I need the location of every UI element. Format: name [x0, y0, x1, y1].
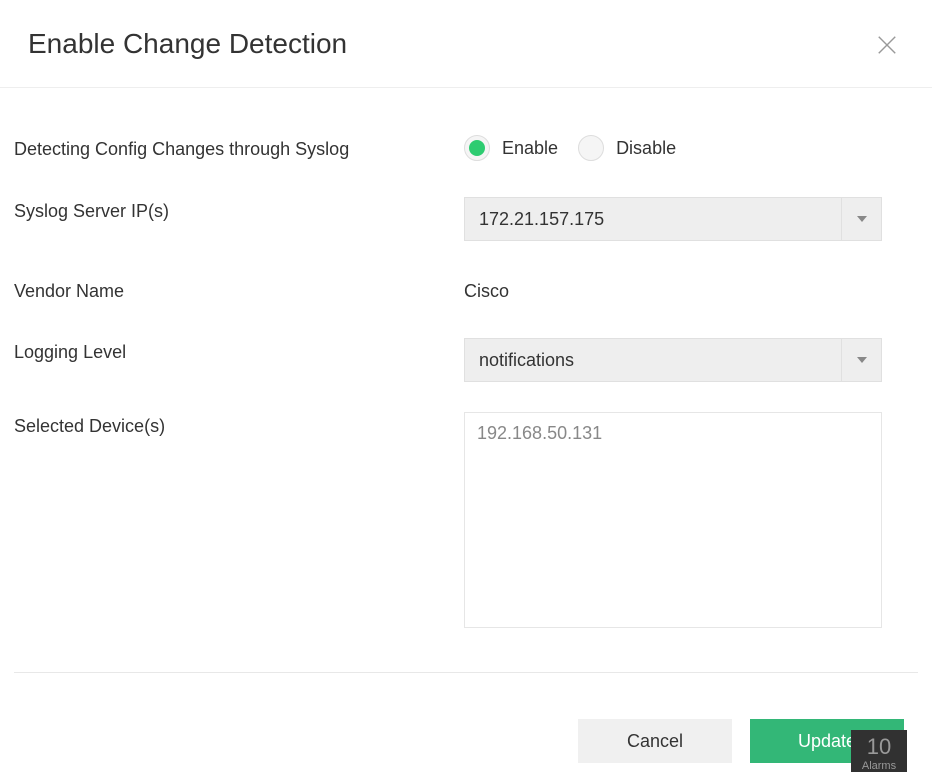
header-divider: [0, 87, 932, 88]
radio-enable-label: Enable: [502, 138, 558, 159]
alarms-label: Alarms: [862, 760, 896, 772]
logging-level-label: Logging Level: [14, 338, 464, 363]
list-item: 192.168.50.131: [477, 423, 869, 444]
vendor-name-value: Cisco: [464, 277, 882, 302]
detect-radio-group: Enable Disable: [464, 135, 882, 161]
alarms-widget[interactable]: 10 Alarms: [851, 730, 907, 772]
cancel-button[interactable]: Cancel: [578, 719, 732, 763]
selected-devices-label: Selected Device(s): [14, 412, 464, 437]
dialog-title: Enable Change Detection: [28, 28, 347, 60]
dialog-scroll-area[interactable]: Detecting Config Changes through Syslog …: [0, 105, 932, 772]
logging-level-value: notifications: [465, 350, 841, 371]
syslog-ip-label: Syslog Server IP(s): [14, 197, 464, 222]
close-button[interactable]: [870, 28, 904, 67]
radio-unselected-icon: [578, 135, 604, 161]
chevron-down-icon: [841, 198, 881, 240]
chevron-down-icon: [841, 339, 881, 381]
radio-selected-icon: [464, 135, 490, 161]
detect-changes-label: Detecting Config Changes through Syslog: [14, 135, 464, 160]
syslog-ip-value: 172.21.157.175: [465, 209, 841, 230]
content-divider: [14, 672, 918, 673]
syslog-ip-select[interactable]: 172.21.157.175: [464, 197, 882, 241]
radio-disable[interactable]: Disable: [578, 135, 676, 161]
alarms-count: 10: [867, 736, 891, 758]
close-icon: [876, 43, 898, 60]
radio-enable[interactable]: Enable: [464, 135, 558, 161]
logging-level-select[interactable]: notifications: [464, 338, 882, 382]
vendor-name-label: Vendor Name: [14, 277, 464, 302]
radio-disable-label: Disable: [616, 138, 676, 159]
selected-devices-list[interactable]: 192.168.50.131: [464, 412, 882, 628]
